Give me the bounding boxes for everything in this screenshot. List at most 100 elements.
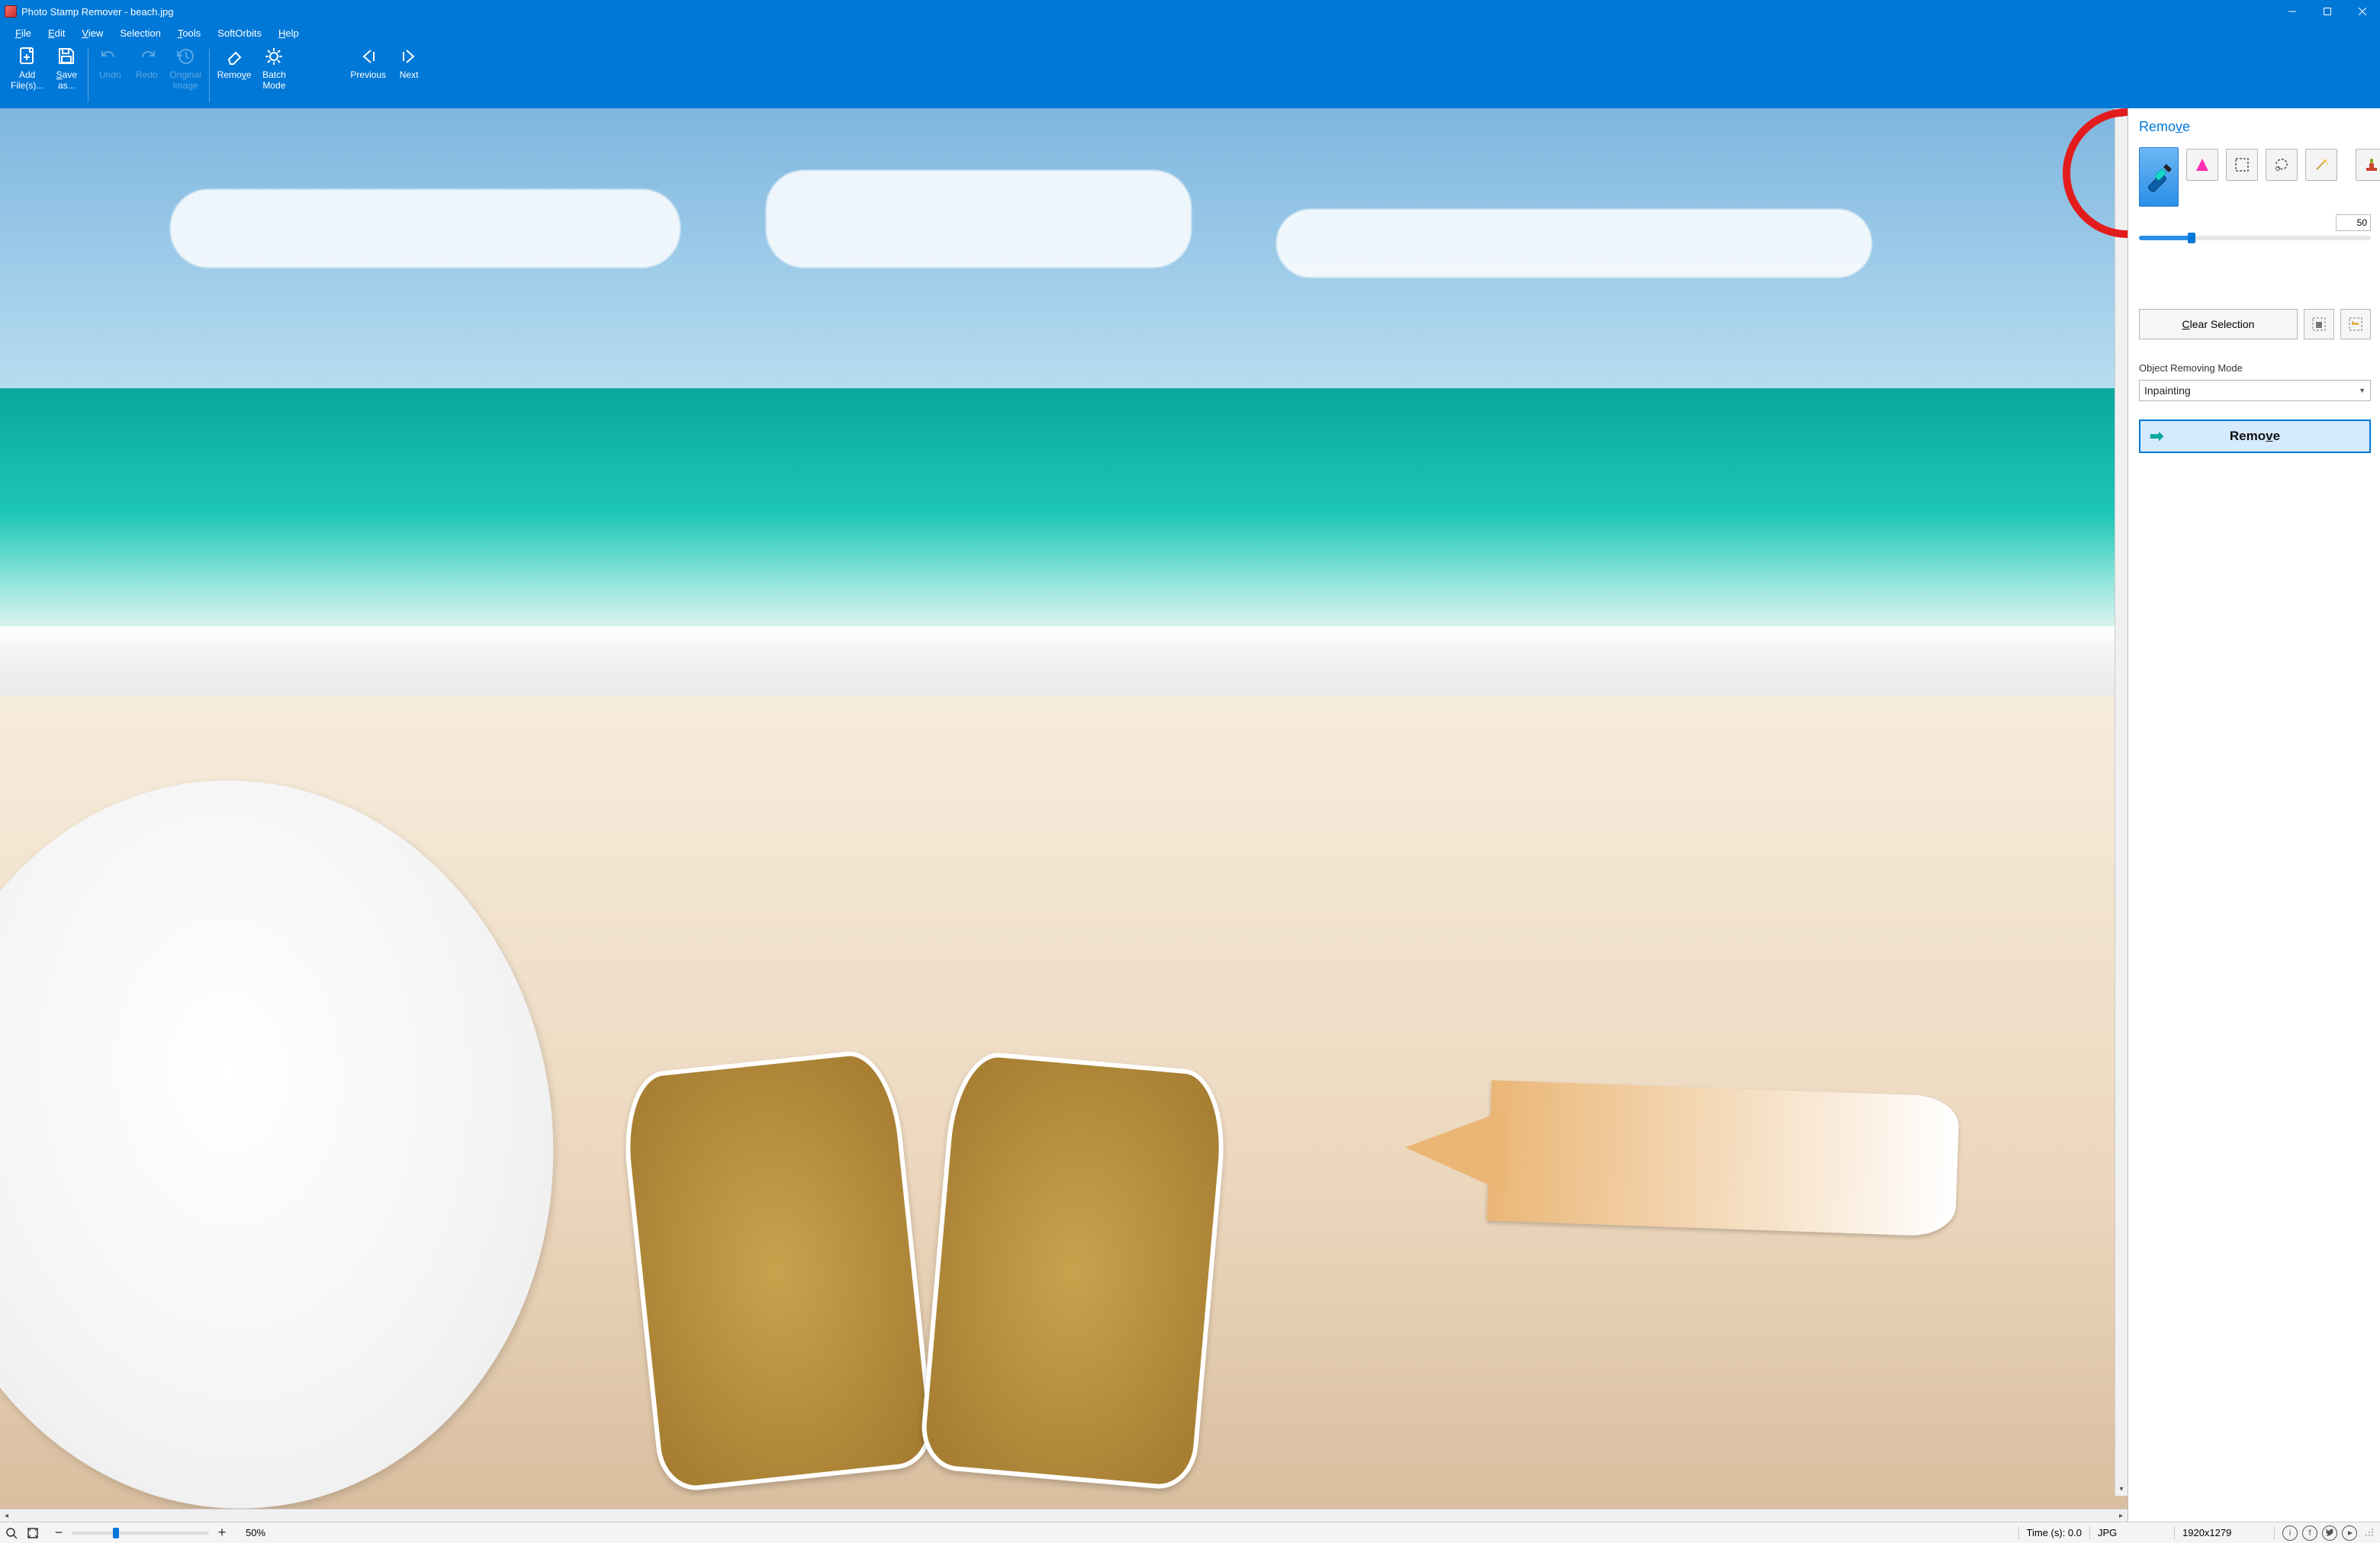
add-files-button[interactable]: Add File(s)... (6, 43, 48, 108)
redo-button: Redo (128, 43, 165, 108)
scroll-track[interactable] (2115, 121, 2128, 1483)
dimensions-status: 1920x1279 (2182, 1527, 2266, 1538)
youtube-icon (2345, 1529, 2354, 1538)
remove-tool-label: Remove (217, 70, 252, 81)
zoom-tool-button[interactable] (3, 1525, 20, 1541)
clear-selection-button[interactable]: Clear Selection (2139, 309, 2298, 339)
menu-help[interactable]: Help (271, 25, 307, 41)
scroll-track[interactable] (13, 1509, 2115, 1522)
menu-file[interactable]: File (8, 25, 39, 41)
close-button[interactable] (2345, 0, 2380, 23)
menu-softorbits[interactable]: SoftOrbits (210, 25, 269, 41)
facebook-link[interactable]: f (2302, 1525, 2317, 1541)
color-select-tool-button[interactable] (2186, 149, 2218, 181)
twitter-link[interactable] (2322, 1525, 2337, 1541)
redo-icon (136, 46, 157, 67)
facebook-icon: f (2308, 1529, 2311, 1538)
window-controls (2275, 0, 2380, 23)
canvas-area: ▴ ▾ ◂ ▸ (0, 108, 2128, 1522)
undo-icon (99, 46, 121, 67)
window-title: Photo Stamp Remover - beach.jpg (21, 6, 2275, 18)
previous-button[interactable]: Previous (346, 43, 391, 108)
marker-tool-button[interactable] (2139, 147, 2179, 207)
tool-selector-row (2139, 147, 2371, 207)
fit-screen-button[interactable] (24, 1525, 41, 1541)
statusbar-left: − + 50% (0, 1525, 265, 1541)
add-file-icon (17, 46, 38, 67)
load-selection-icon (2347, 316, 2364, 333)
zoom-in-button[interactable]: + (214, 1525, 230, 1541)
remove-button[interactable]: ➡ Remove (2139, 420, 2371, 453)
undo-label: Undo (99, 70, 121, 81)
image-content (0, 108, 2128, 1509)
scroll-left-icon[interactable]: ◂ (0, 1509, 13, 1522)
separator (209, 49, 210, 102)
statusbar: − + 50% Time (s): 0.0 JPG 1920x1279 i f (0, 1522, 2380, 1543)
close-icon (2359, 8, 2366, 15)
removing-mode-dropdown[interactable]: Inpainting ▼ (2139, 380, 2371, 401)
lasso-tool-button[interactable] (2266, 149, 2298, 181)
zoom-thumb[interactable] (113, 1528, 119, 1538)
stamp-icon (2363, 156, 2380, 173)
menu-view[interactable]: View (74, 25, 111, 41)
rectangle-select-icon (2234, 156, 2250, 173)
vertical-scrollbar[interactable]: ▴ ▾ (2115, 108, 2128, 1496)
scroll-right-icon[interactable]: ▸ (2115, 1509, 2128, 1522)
menu-tools[interactable]: Tools (170, 25, 208, 41)
zoom-slider[interactable]: − + (50, 1525, 230, 1541)
brush-size-slider[interactable] (2139, 236, 2371, 240)
brush-size-input[interactable] (2336, 214, 2371, 231)
zoom-track[interactable] (72, 1532, 209, 1535)
magic-wand-icon (2313, 156, 2330, 173)
magic-wand-tool-button[interactable] (2305, 149, 2337, 181)
twitter-icon (2325, 1529, 2334, 1538)
load-selection-button[interactable] (2340, 309, 2371, 339)
remove-tool-button[interactable]: Remove (213, 43, 256, 108)
previous-label: Previous (350, 70, 386, 81)
batch-label: Batch Mode (262, 70, 286, 92)
brush-size-row (2139, 214, 2371, 231)
image-canvas[interactable]: ▴ ▾ (0, 108, 2128, 1509)
removing-mode-value: Inpainting (2144, 384, 2191, 397)
remove-panel: Remove (2128, 108, 2380, 1522)
rectangle-select-tool-button[interactable] (2226, 149, 2258, 181)
format-status: JPG (2098, 1527, 2166, 1538)
main-area: ▴ ▾ ◂ ▸ Remove (0, 108, 2380, 1522)
zoom-value: 50% (246, 1527, 265, 1538)
slider-thumb[interactable] (2188, 233, 2195, 243)
arrow-left-icon (358, 46, 379, 67)
marker-icon (2140, 158, 2178, 196)
clone-stamp-tool-button[interactable] (2356, 149, 2380, 181)
clear-selection-row: Clear Selection (2139, 309, 2371, 339)
titlebar: Photo Stamp Remover - beach.jpg (0, 0, 2380, 23)
next-label: Next (400, 70, 419, 81)
fit-screen-icon (27, 1527, 39, 1539)
color-picker-icon (2194, 156, 2211, 173)
history-icon (175, 46, 196, 67)
horizontal-scrollbar[interactable]: ◂ ▸ (0, 1509, 2128, 1522)
info-link[interactable]: i (2282, 1525, 2298, 1541)
zoom-out-button[interactable]: − (50, 1525, 67, 1541)
redo-label: Redo (136, 70, 158, 81)
minimize-icon (2288, 8, 2296, 15)
maximize-button[interactable] (2310, 0, 2345, 23)
batch-mode-button[interactable]: Batch Mode (256, 43, 292, 108)
eraser-icon (224, 46, 245, 67)
add-files-label: Add File(s)... (11, 70, 43, 92)
undo-button: Undo (92, 43, 128, 108)
menu-edit[interactable]: Edit (40, 25, 72, 41)
menu-selection[interactable]: Selection (112, 25, 168, 41)
scroll-down-icon[interactable]: ▾ (2115, 1483, 2128, 1496)
mode-label: Object Removing Mode (2139, 362, 2371, 374)
next-button[interactable]: Next (391, 43, 427, 108)
youtube-link[interactable] (2342, 1525, 2357, 1541)
info-icon: i (2289, 1529, 2291, 1538)
remove-button-label: Remove (2230, 429, 2280, 444)
save-as-button[interactable]: Saveas... (48, 43, 85, 108)
magnifier-icon (5, 1527, 18, 1539)
resize-grip[interactable] (2365, 1528, 2375, 1538)
panel-title: Remove (2139, 119, 2371, 135)
arrow-right-icon (398, 46, 420, 67)
minimize-button[interactable] (2275, 0, 2310, 23)
save-selection-button[interactable] (2304, 309, 2334, 339)
